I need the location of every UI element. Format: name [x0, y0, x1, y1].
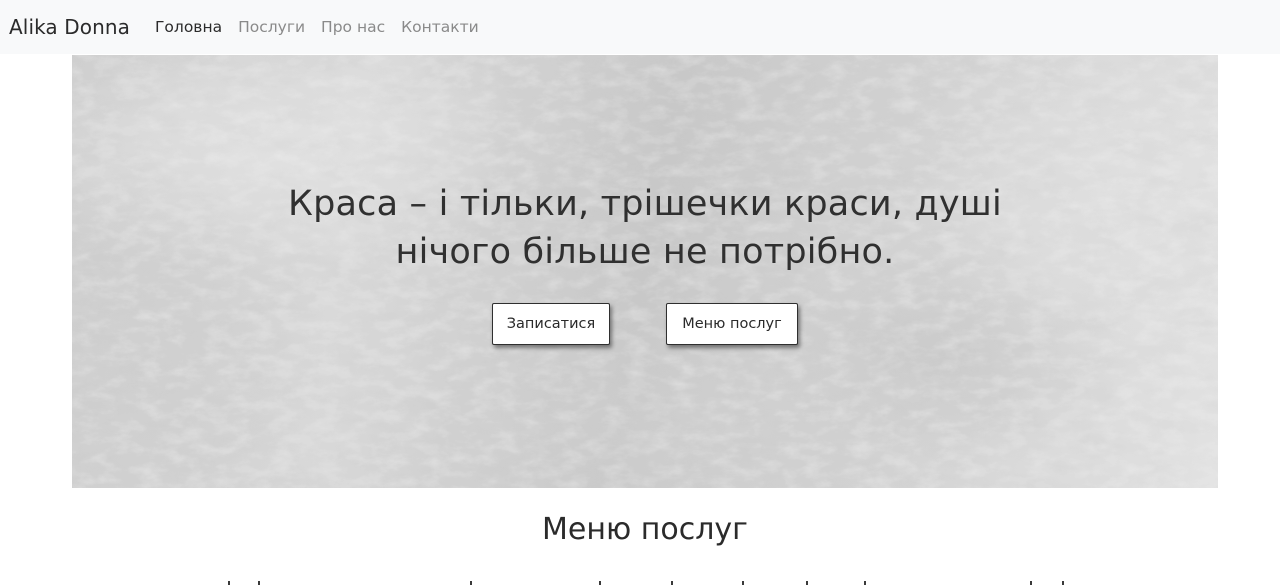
- nav-link-contacts[interactable]: Контакти: [393, 18, 487, 36]
- hero-content: Краса – і тільки, трішечки краси, душі н…: [72, 55, 1218, 488]
- cropped-text-row: [228, 581, 1064, 585]
- nav-link-services[interactable]: Послуги: [230, 18, 313, 36]
- hero-headline: Краса – і тільки, трішечки краси, душі н…: [245, 180, 1045, 276]
- nav-link-about[interactable]: Про нас: [313, 18, 393, 36]
- hero-headline-line-1: Краса – і тільки, трішечки краси, душі: [288, 184, 1002, 224]
- hero-banner: Краса – і тільки, трішечки краси, душі н…: [72, 55, 1218, 488]
- services-section-title: Меню послуг: [542, 512, 748, 547]
- nav-link-home[interactable]: Головна: [147, 18, 230, 36]
- hero-headline-line-2: нічого більше не потрібно.: [395, 232, 895, 272]
- book-appointment-button[interactable]: Записатися: [492, 303, 610, 345]
- nav-links: Головна Послуги Про нас Контакти: [147, 18, 487, 36]
- top-navbar: Alika Donna Головна Послуги Про нас Конт…: [0, 0, 1280, 54]
- services-menu-button[interactable]: Меню послуг: [666, 303, 798, 345]
- brand-logo-link[interactable]: Alika Donna: [9, 15, 130, 39]
